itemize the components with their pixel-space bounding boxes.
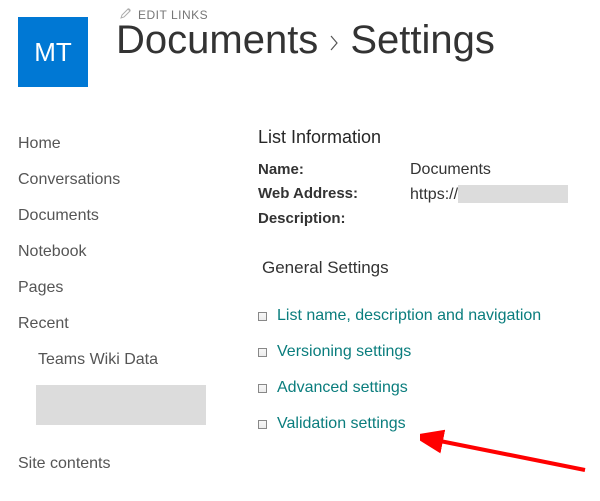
info-description-label: Description: [258,210,410,227]
left-navigation: Home Conversations Documents Notebook Pa… [18,127,258,483]
list-information-heading: List Information [258,127,600,148]
nav-conversations[interactable]: Conversations [18,163,258,199]
nav-label: Conversations [18,171,120,188]
info-webaddress-value: https:// [410,185,568,204]
nav-recent-teams-wiki[interactable]: Teams Wiki Data [18,343,258,377]
page-icon [258,312,267,321]
nav-recent[interactable]: Recent [18,307,258,343]
link-versioning-settings[interactable]: Versioning settings [277,343,411,361]
settings-row: Validation settings [258,406,600,442]
page-header: MT EDIT LINKS Documents Settings [0,0,600,97]
info-webaddress-label: Web Address: [258,185,410,204]
breadcrumb-current: Settings [350,18,495,62]
site-logo[interactable]: MT [18,17,88,87]
info-description-row: Description: [258,207,600,230]
general-settings-heading: General Settings [262,258,600,278]
settings-row: Advanced settings [258,370,600,406]
link-advanced-settings[interactable]: Advanced settings [277,379,408,397]
page-icon [258,420,267,429]
nav-label: Pages [18,279,63,296]
header-titles: EDIT LINKS Documents Settings [116,5,495,62]
nav-label: Teams Wiki Data [38,351,158,368]
nav-documents[interactable]: Documents [18,199,258,235]
chevron-right-icon [328,18,340,62]
nav-label: Recent [18,315,69,332]
nav-redacted-item [36,385,206,425]
page-icon [258,348,267,357]
site-logo-text: MT [34,37,72,68]
settings-row: List name, description and navigation [258,298,600,334]
nav-label: Notebook [18,243,87,260]
link-list-name-description[interactable]: List name, description and navigation [277,307,541,325]
url-redacted [458,185,568,203]
nav-home[interactable]: Home [18,127,258,163]
info-name-row: Name: Documents [258,158,600,182]
nav-label: Home [18,135,61,152]
settings-content: List Information Name: Documents Web Add… [258,127,600,483]
url-prefix: https:// [410,186,458,203]
nav-label: Site contents [18,455,111,472]
breadcrumb-parent[interactable]: Documents [116,18,318,62]
info-webaddress-row: Web Address: https:// [258,182,600,207]
page-title: Documents Settings [116,18,495,62]
info-name-value: Documents [410,161,491,179]
link-validation-settings[interactable]: Validation settings [277,415,406,433]
nav-notebook[interactable]: Notebook [18,235,258,271]
nav-site-contents[interactable]: Site contents [18,447,258,483]
nav-label: Documents [18,207,99,224]
settings-row: Versioning settings [258,334,600,370]
nav-pages[interactable]: Pages [18,271,258,307]
info-name-label: Name: [258,161,410,179]
page-icon [258,384,267,393]
main-area: Home Conversations Documents Notebook Pa… [0,97,600,483]
